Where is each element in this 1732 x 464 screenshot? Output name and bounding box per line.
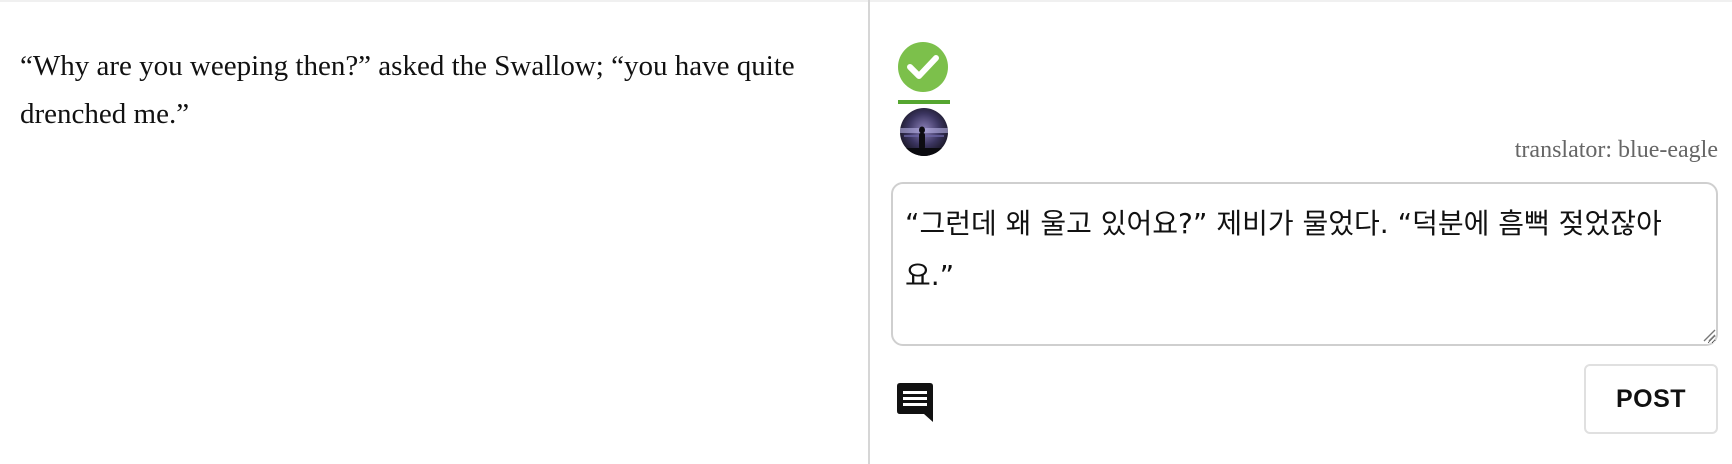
post-button[interactable]: POST xyxy=(1584,364,1718,434)
approved-underline xyxy=(898,100,950,104)
source-pane: “Why are you weeping then?” asked the Sw… xyxy=(0,0,868,464)
translation-textarea[interactable]: “그런데 왜 울고 있어요?” 제비가 물었다. “덕분에 흠뻑 젖었잖아요.” xyxy=(891,182,1718,346)
resize-grip-icon[interactable] xyxy=(1702,328,1716,342)
check-circle-icon xyxy=(898,42,948,92)
translator-label: translator: blue-eagle xyxy=(1514,137,1718,163)
source-text: “Why are you weeping then?” asked the Sw… xyxy=(20,50,795,130)
avatar[interactable] xyxy=(900,108,948,156)
comment-icon[interactable] xyxy=(892,380,936,424)
translation-page: “Why are you weeping then?” asked the Sw… xyxy=(0,0,1732,464)
translation-pane: translator: blue-eagle “그런데 왜 울고 있어요?” 제… xyxy=(870,0,1732,464)
